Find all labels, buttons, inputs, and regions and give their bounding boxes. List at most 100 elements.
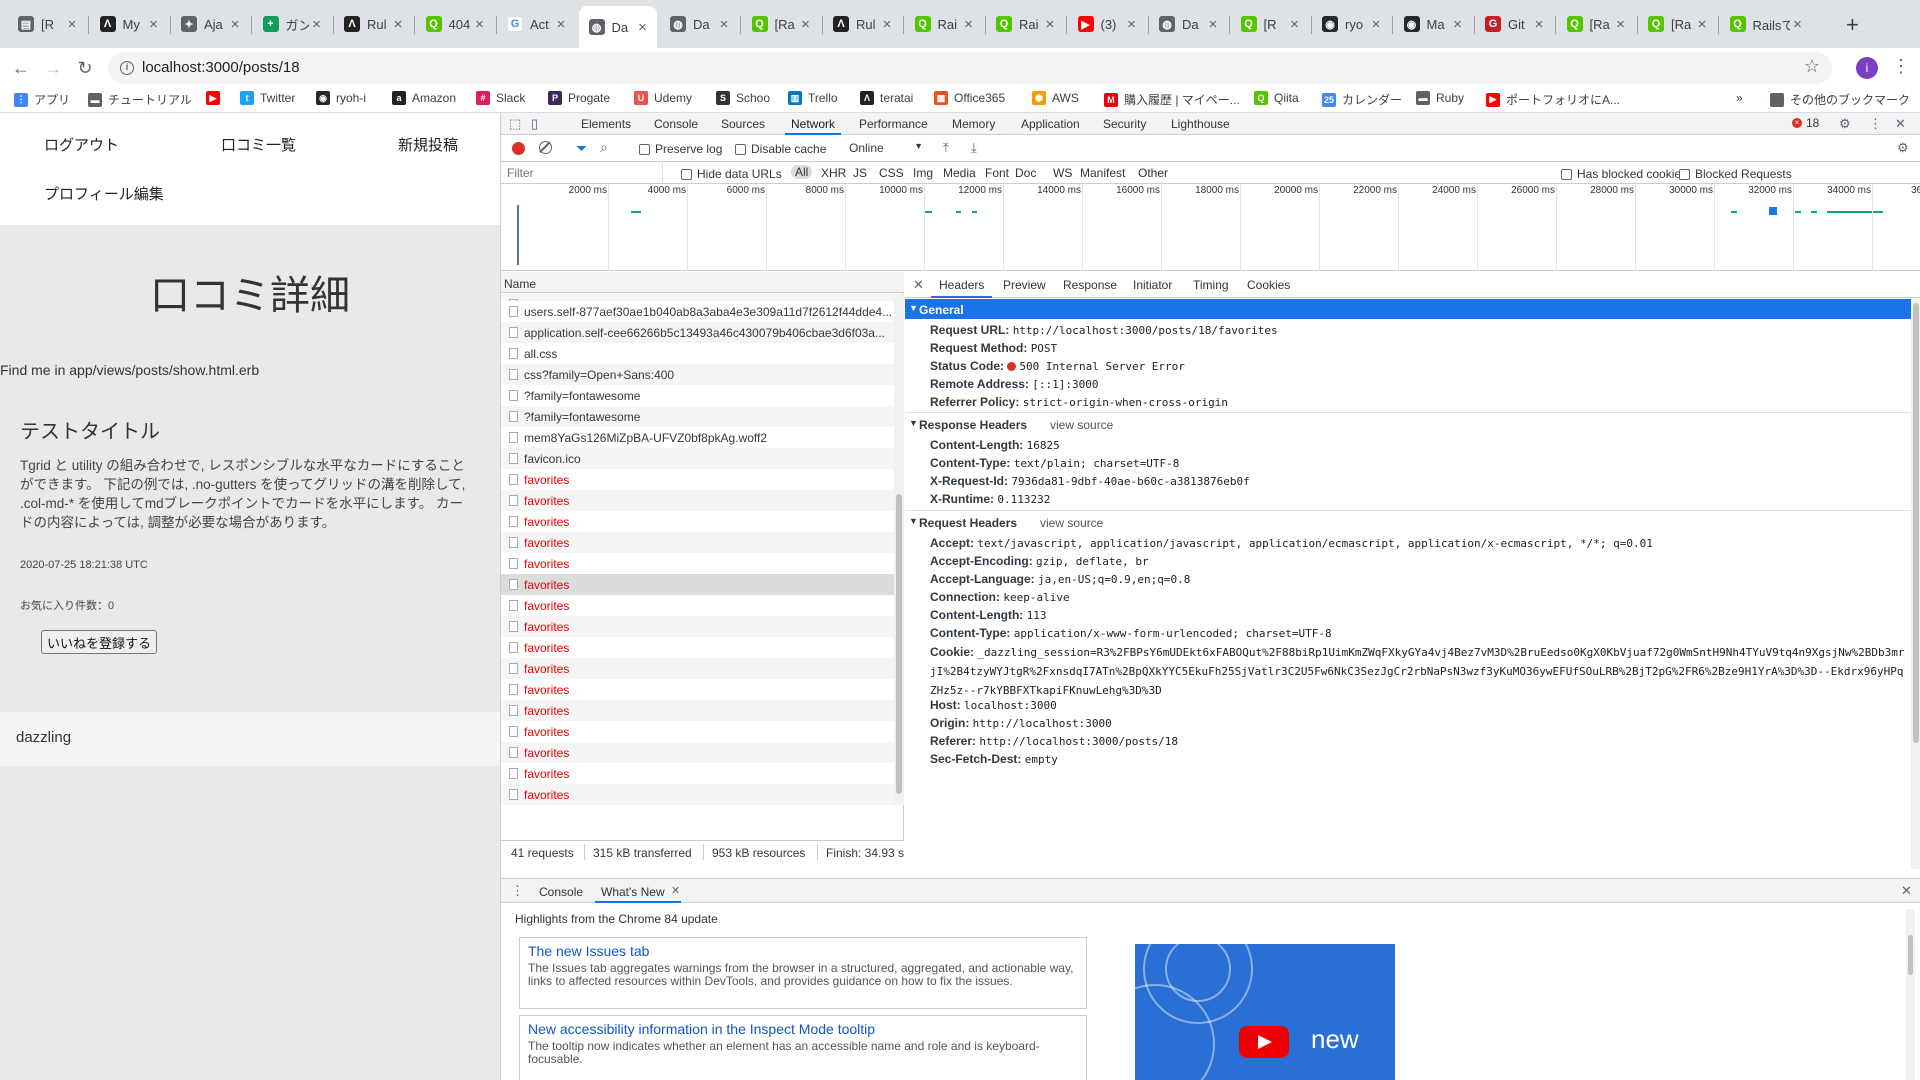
section-header[interactable]: ▼ Response Headers view source [905,414,1911,434]
table-row[interactable]: favorites [501,532,894,553]
close-tab-icon[interactable]: × [879,16,895,33]
device-toolbar-icon[interactable]: ▯ [531,116,538,132]
chrome-menu-icon[interactable]: ⋮ [1892,56,1910,77]
tab-headers[interactable]: Headers [930,278,993,298]
filter-type-img[interactable]: Img [913,166,933,180]
browser-tab[interactable]: ◍ Da × [1149,8,1227,40]
browser-tab[interactable]: G Git × [1475,8,1553,40]
browser-tab[interactable]: ✦ Aja × [171,8,249,40]
browser-tab[interactable]: Λ Rul × [334,8,412,40]
bookmark-item[interactable]: ▦ Office365 [934,91,1005,105]
browser-tab[interactable]: ◍ Da × [578,6,657,48]
browser-tab[interactable]: Λ Rul × [823,8,901,40]
reload-icon[interactable]: ↻ [74,57,96,79]
bookmark-item[interactable]: ⋮ アプリ [14,91,70,108]
table-row[interactable]: favorites [501,784,894,805]
disable-cache-checkbox[interactable]: Disable cache [735,142,826,156]
close-tab-icon[interactable]: × [553,16,569,33]
close-tab-icon[interactable]: × [798,16,814,33]
devtools-tab-console[interactable]: Console [654,117,698,131]
search-icon[interactable]: ⌕ [600,139,608,156]
table-row[interactable]: favorites [501,595,894,616]
table-row[interactable]: ?family=fontawesome [501,406,894,427]
tab-timing[interactable]: Timing [1193,278,1229,292]
table-row[interactable]: favorites [501,637,894,658]
filter-type-font[interactable]: Font [985,166,1009,180]
address-url[interactable]: localhost:3000/posts/18 [142,59,300,76]
view-source-link[interactable]: view source [1040,516,1103,530]
table-row[interactable]: mem8YaGs126MiZpBA-UFVZ0bf8pkAg.woff2 [501,427,894,448]
table-row[interactable]: css?family=Open+Sans:400 [501,364,894,385]
bookmark-item[interactable]: Λteratai [860,91,913,105]
whats-new-video-thumbnail[interactable]: new [1135,944,1395,1080]
tab-initiator[interactable]: Initiator [1133,278,1172,292]
devtools-tab-performance[interactable]: Performance [859,117,928,131]
table-row[interactable]: all.css [501,343,894,364]
whats-new-item[interactable]: New accessibility information in the Ins… [519,1015,1087,1080]
forward-icon[interactable]: → [42,57,64,79]
error-badge[interactable]: × 18 [1792,116,1819,130]
inspect-element-icon[interactable]: ⬚ [509,116,521,132]
info-icon[interactable]: i [120,61,134,75]
close-tab-icon[interactable]: × [1790,16,1806,33]
bookmark-item[interactable]: # Slack [476,91,525,105]
logout-link[interactable]: ログアウト [44,134,119,155]
table-row[interactable]: favorites [501,721,894,742]
table-row[interactable]: favorites [501,511,894,532]
close-tab-icon[interactable]: × [1368,16,1384,33]
tab-console[interactable]: Console [539,885,583,899]
bookmark-star-icon[interactable]: ☆ [1804,56,1820,77]
browser-tab[interactable]: G Act × [497,8,575,40]
tab-cookies[interactable]: Cookies [1247,278,1290,292]
bookmark-item[interactable]: ⬢ AWS [1032,91,1079,105]
filter-type-xhr[interactable]: XHR [821,166,846,180]
browser-tab[interactable]: Q 404 × [416,8,494,40]
devtools-tab-memory[interactable]: Memory [952,117,995,131]
section-header[interactable]: ▼ General [905,299,1911,319]
close-tab-icon[interactable]: × [146,16,162,33]
close-tab-icon[interactable]: × [1531,16,1547,33]
filter-type-css[interactable]: CSS [879,166,904,180]
preserve-log-checkbox[interactable]: Preserve log [639,142,722,156]
youtube-play-icon[interactable] [1239,1026,1289,1058]
filter-type-manifest[interactable]: Manifest [1080,166,1125,180]
close-tab-icon[interactable]: × [1124,16,1140,33]
table-row[interactable]: favorites [501,658,894,679]
table-row[interactable]: users.self-877aef30ae1b040ab8a3aba4e3e30… [501,301,894,322]
bookmark-item[interactable]: Q Qiita [1254,91,1299,105]
collapse-triangle-icon[interactable]: ▼ [909,418,918,428]
devtools-tab-application[interactable]: Application [1021,117,1080,131]
new-tab-icon[interactable]: + [1846,12,1859,38]
table-row[interactable]: favorites [501,490,894,511]
close-devtools-icon[interactable]: ✕ [1895,116,1906,132]
export-har-icon[interactable]: ⤓ [971,140,977,156]
close-tab-icon[interactable]: ✕ [671,884,680,897]
close-tab-icon[interactable]: × [1694,16,1710,33]
collapse-triangle-icon[interactable]: ▼ [909,516,918,526]
close-tab-icon[interactable]: × [309,16,325,33]
devtools-tab-network[interactable]: Network [784,117,842,135]
throttling-select[interactable]: Online ▼ [849,141,923,155]
table-row[interactable] [501,294,894,301]
clear-icon[interactable] [539,141,552,154]
hide-data-urls-checkbox[interactable]: Hide data URLs [681,167,782,181]
edit-profile-link[interactable]: プロフィール編集 [44,183,164,204]
table-row[interactable]: favorites [501,742,894,763]
bookmark-item[interactable]: S Schoo [716,91,770,105]
detail-scrollbar[interactable] [1911,299,1920,869]
name-column-header[interactable]: Name [501,272,904,293]
bookmark-item[interactable]: a Amazon [392,91,456,105]
filter-type-all[interactable]: All [791,165,813,179]
table-row[interactable]: favorites [501,469,894,490]
close-drawer-icon[interactable]: ✕ [1901,883,1912,899]
record-icon[interactable] [512,142,525,155]
bookmark-item[interactable]: P Progate [548,91,610,105]
browser-tab[interactable]: Q [Ra × [1638,8,1716,40]
table-row[interactable]: favicon.ico [501,448,894,469]
devtools-tab-elements[interactable]: Elements [581,117,631,131]
back-icon[interactable]: ← [10,57,32,79]
has-blocked-cookies-checkbox[interactable]: Has blocked cookies [1561,167,1687,181]
blocked-requests-checkbox[interactable]: Blocked Requests [1679,167,1792,181]
whats-new-item[interactable]: The new Issues tab The Issues tab aggreg… [519,937,1087,1009]
table-row[interactable]: favorites [501,574,894,595]
